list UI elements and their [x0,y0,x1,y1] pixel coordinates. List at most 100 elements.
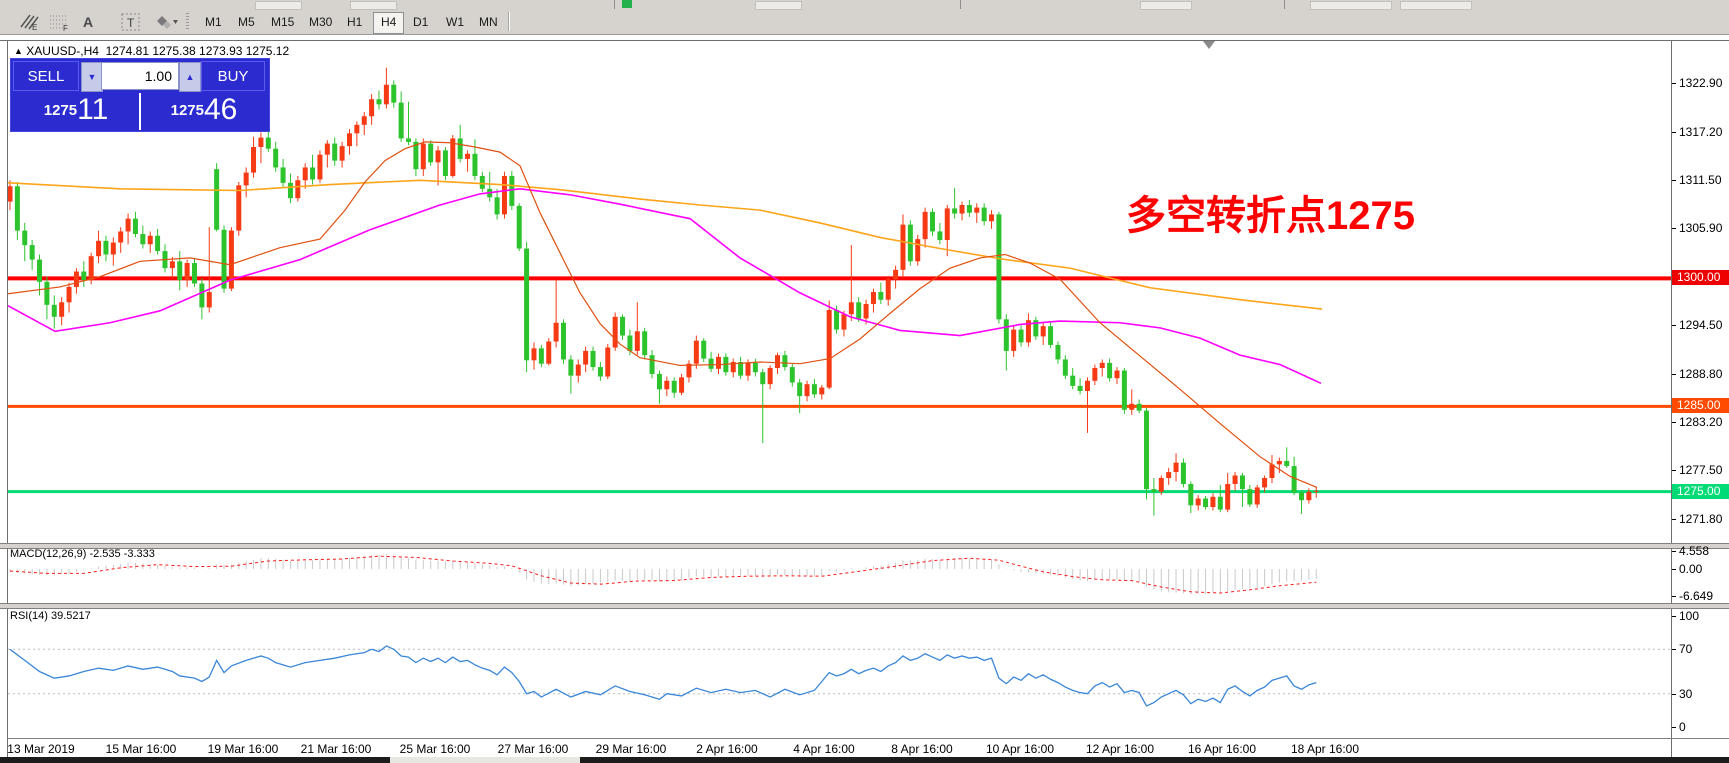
candle-body [1041,326,1046,336]
timeframe-button-d1[interactable]: D1 [406,12,435,32]
time-axis-label: 27 Mar 16:00 [483,742,583,756]
indicators-draw-icon[interactable]: E [6,12,30,32]
candle-body [1011,330,1016,351]
candle-body [591,351,596,367]
price-axis-label: 1271.80 [1679,512,1722,526]
candle-body [236,185,241,230]
candle-body [1166,472,1171,478]
text-label-icon[interactable]: A [76,12,100,32]
candle-body [598,367,603,376]
toolbar-fragment [755,1,802,10]
text-box-icon[interactable]: T [108,12,132,32]
terminal-window: E F A T M1M5M15M30H1H4D1W1MN ▲ XAUUSD-,H… [0,0,1729,763]
timeframe-button-m1[interactable]: M1 [198,12,229,32]
candle-body [140,234,145,244]
rsi-panel-canvas[interactable] [8,607,1671,737]
price-level-badge: 1300.00 [1672,270,1729,285]
candle-body [627,336,632,351]
candle-body [1151,489,1156,492]
candle-body [207,292,212,307]
candle-body [937,231,942,240]
candle-body [989,214,994,221]
toolbar-fragment [255,1,302,10]
price-axis-label: 1288.80 [1679,367,1722,381]
time-axis-label: 13 Mar 2019 [0,742,91,756]
toolbar-drag-handle[interactable] [186,13,189,31]
cycle-lines-icon[interactable] [142,12,166,32]
rsi-axis-tick [1672,727,1676,728]
window-bottom-edge-segment [390,757,580,763]
toolbar-fragment [622,0,632,8]
candle-body [391,85,396,103]
moving-average-line [8,180,1322,309]
candle-body [531,348,536,360]
candle-body [44,282,49,305]
rsi-line [10,646,1316,706]
time-axis-label: 16 Apr 16:00 [1172,742,1272,756]
candle-body [214,169,219,230]
grid-properties-icon[interactable]: F [36,12,60,32]
candle-body [52,305,57,317]
candle-body [605,347,610,376]
time-axis-label: 2 Apr 16:00 [677,742,777,756]
candle-body [930,212,935,232]
macd-panel-canvas[interactable] [8,548,1671,603]
candle-body [126,219,131,232]
candle-body [915,239,920,261]
candle-body [819,388,824,395]
candle-body [738,362,743,376]
candle-body [1144,411,1149,489]
candle-body [945,208,950,240]
candle-body [1078,386,1083,391]
candle-body [650,355,655,374]
timeframe-button-m30[interactable]: M30 [302,12,339,32]
macd-axis-label: 0.00 [1679,562,1702,576]
candle-body [1218,497,1223,510]
timeframe-button-h1[interactable]: H1 [340,12,369,32]
rsi-label: RSI(14) 39.5217 [10,610,91,622]
toolbar-separator [960,0,961,9]
candle-body [509,176,514,206]
candle-body [8,186,13,201]
candle-body [155,236,160,251]
candle-body [900,225,905,270]
candle-body [996,214,1001,319]
price-axis-tick [1672,228,1676,229]
candle-body [1092,368,1097,381]
candle-body [1233,475,1238,484]
candle-body [974,208,979,213]
candle-body [568,359,573,375]
rsi-axis-tick [1672,694,1676,695]
candle-body [67,287,72,302]
candle-body [960,205,965,214]
svg-text:T: T [127,16,135,30]
timeframe-button-m15[interactable]: M15 [264,12,301,32]
candle-body [1299,493,1304,501]
candle-body [679,377,684,392]
toolbar-separator [508,12,510,31]
candle-body [893,270,898,279]
main-chart-canvas[interactable] [8,41,1671,543]
candle-body [753,363,758,372]
candle-body [384,85,389,105]
candle-body [22,231,27,246]
price-axis-label: 1311.50 [1679,173,1722,187]
candle-body [1122,371,1127,410]
rsi-axis-label: 70 [1679,642,1692,656]
candle-body [89,256,94,280]
timeframe-button-h4[interactable]: H4 [373,12,404,34]
time-axis-label: 8 Apr 16:00 [872,742,972,756]
macd-axis-label: -6.649 [1679,589,1713,603]
price-axis-label: 1294.50 [1679,318,1722,332]
candle-body [797,382,802,396]
chart-text-annotation[interactable]: 多空转折点1275 [1126,183,1415,241]
candle-body [768,368,773,384]
timeframe-button-w1[interactable]: W1 [439,12,471,32]
candle-body [878,292,883,300]
timeframe-button-m5[interactable]: M5 [231,12,262,32]
candle-body [362,116,367,125]
candle-body [775,355,780,368]
candle-body [74,272,79,287]
candle-body [303,167,308,180]
timeframe-button-mn[interactable]: MN [472,12,505,32]
